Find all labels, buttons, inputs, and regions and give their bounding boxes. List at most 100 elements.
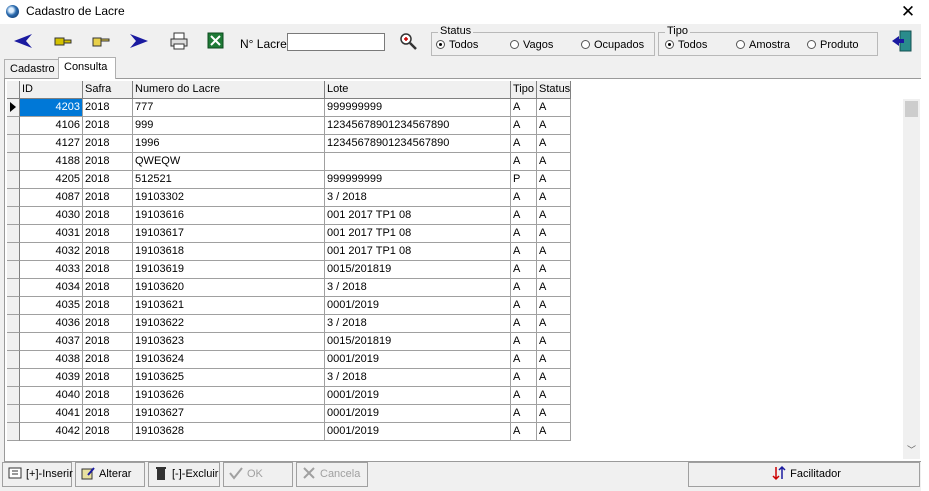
table-cell[interactable]: A (511, 117, 537, 135)
tipo-produto-radio[interactable]: Produto (807, 39, 859, 51)
table-cell[interactable]: 4203 (20, 99, 83, 117)
table-cell[interactable] (325, 153, 511, 171)
close-icon[interactable]: ✕ (898, 2, 918, 22)
table-cell[interactable]: A (537, 333, 571, 351)
table-cell[interactable]: A (511, 279, 537, 297)
table-cell[interactable]: A (537, 207, 571, 225)
table-row[interactable]: 4127 2018 1996 12345678901234567890 A A (7, 135, 577, 153)
table-cell[interactable]: 3 / 2018 (325, 189, 511, 207)
scroll-down-icon[interactable]: ﹀ (903, 443, 920, 457)
column-header[interactable]: Numero do Lacre (133, 81, 325, 99)
tipo-amostra-radio[interactable]: Amostra (736, 39, 790, 51)
table-cell[interactable]: 2018 (83, 171, 133, 189)
table-row[interactable]: 4039 2018 19103625 3 / 2018 A A (7, 369, 577, 387)
table-cell[interactable]: 001 2017 TP1 08 (325, 207, 511, 225)
tab-cadastro[interactable]: Cadastro (4, 59, 64, 78)
table-cell[interactable]: 19103617 (133, 225, 325, 243)
table-cell[interactable]: A (537, 153, 571, 171)
table-cell[interactable]: 2018 (83, 243, 133, 261)
table-row[interactable]: 4035 2018 19103621 0001/2019 A A (7, 297, 577, 315)
table-cell[interactable]: A (537, 225, 571, 243)
exit-door-icon[interactable] (890, 29, 914, 53)
excluir-button[interactable]: [-]-Excluir (148, 462, 220, 487)
table-cell[interactable]: A (537, 189, 571, 207)
table-cell[interactable]: 19103622 (133, 315, 325, 333)
table-cell[interactable]: 12345678901234567890 (325, 135, 511, 153)
table-cell[interactable]: A (537, 387, 571, 405)
table-cell[interactable]: 2018 (83, 423, 133, 441)
table-cell[interactable]: 2018 (83, 153, 133, 171)
table-cell[interactable]: 19103626 (133, 387, 325, 405)
table-cell[interactable]: 4034 (20, 279, 83, 297)
table-cell[interactable]: 19103618 (133, 243, 325, 261)
tab-consulta[interactable]: Consulta (58, 57, 116, 79)
table-cell[interactable]: 512521 (133, 171, 325, 189)
table-cell[interactable]: 4035 (20, 297, 83, 315)
excel-icon[interactable] (205, 32, 227, 50)
table-cell[interactable]: A (511, 423, 537, 441)
table-cell[interactable]: 2018 (83, 189, 133, 207)
status-todos-radio[interactable]: Todos (436, 39, 478, 51)
table-cell[interactable]: 19103619 (133, 261, 325, 279)
table-cell[interactable]: A (537, 99, 571, 117)
table-cell[interactable]: A (537, 315, 571, 333)
table-cell[interactable]: A (537, 369, 571, 387)
table-cell[interactable]: A (511, 351, 537, 369)
table-row[interactable]: 4042 2018 19103628 0001/2019 A A (7, 423, 577, 441)
column-header[interactable]: Safra (83, 81, 133, 99)
table-row[interactable]: 4203 2018 777 999999999 A A (7, 99, 577, 117)
table-cell[interactable]: 001 2017 TP1 08 (325, 243, 511, 261)
status-vagos-radio[interactable]: Vagos (510, 39, 553, 51)
table-cell[interactable]: 0015/201819 (325, 333, 511, 351)
table-cell[interactable]: 0001/2019 (325, 387, 511, 405)
table-cell[interactable]: A (511, 405, 537, 423)
table-cell[interactable]: 2018 (83, 369, 133, 387)
table-cell[interactable]: A (537, 405, 571, 423)
table-cell[interactable]: 4042 (20, 423, 83, 441)
table-cell[interactable]: 19103628 (133, 423, 325, 441)
table-cell[interactable]: 777 (133, 99, 325, 117)
table-row[interactable]: 4031 2018 19103617 001 2017 TP1 08 A A (7, 225, 577, 243)
inserir-button[interactable]: [+]-Inserir (2, 462, 73, 487)
table-cell[interactable]: 3 / 2018 (325, 315, 511, 333)
table-cell[interactable]: 19103620 (133, 279, 325, 297)
table-cell[interactable]: A (511, 135, 537, 153)
table-cell[interactable]: A (511, 225, 537, 243)
column-header[interactable]: ID (20, 81, 83, 99)
table-cell[interactable]: A (511, 315, 537, 333)
table-cell[interactable]: 12345678901234567890 (325, 117, 511, 135)
table-cell[interactable]: 2018 (83, 279, 133, 297)
cancela-button[interactable]: Cancela (296, 462, 368, 487)
table-cell[interactable]: 2018 (83, 297, 133, 315)
table-row[interactable]: 4036 2018 19103622 3 / 2018 A A (7, 315, 577, 333)
table-row[interactable]: 4106 2018 999 12345678901234567890 A A (7, 117, 577, 135)
table-cell[interactable]: 4031 (20, 225, 83, 243)
table-cell[interactable]: A (511, 99, 537, 117)
table-cell[interactable]: 2018 (83, 225, 133, 243)
table-cell[interactable]: 19103623 (133, 333, 325, 351)
table-cell[interactable]: 2018 (83, 135, 133, 153)
table-cell[interactable]: 19103627 (133, 405, 325, 423)
table-cell[interactable]: A (511, 387, 537, 405)
table-cell[interactable]: 2018 (83, 261, 133, 279)
table-cell[interactable]: 999999999 (325, 99, 511, 117)
table-row[interactable]: 4205 2018 512521 999999999 P A (7, 171, 577, 189)
table-cell[interactable]: A (511, 369, 537, 387)
table-cell[interactable]: A (511, 243, 537, 261)
table-cell[interactable]: 2018 (83, 99, 133, 117)
table-cell[interactable]: A (537, 261, 571, 279)
status-ocupados-radio[interactable]: Ocupados (581, 39, 644, 51)
table-cell[interactable]: 4030 (20, 207, 83, 225)
printer-icon[interactable] (168, 32, 190, 50)
table-cell[interactable]: 1996 (133, 135, 325, 153)
table-cell[interactable]: 2018 (83, 117, 133, 135)
column-header[interactable]: Tipo (511, 81, 537, 99)
table-row[interactable]: 4041 2018 19103627 0001/2019 A A (7, 405, 577, 423)
table-cell[interactable]: A (537, 171, 571, 189)
table-row[interactable]: 4087 2018 19103302 3 / 2018 A A (7, 189, 577, 207)
table-cell[interactable]: 4039 (20, 369, 83, 387)
table-cell[interactable]: 4037 (20, 333, 83, 351)
table-cell[interactable]: 4038 (20, 351, 83, 369)
column-header[interactable]: Status (537, 81, 571, 99)
key-icon[interactable] (52, 32, 74, 50)
